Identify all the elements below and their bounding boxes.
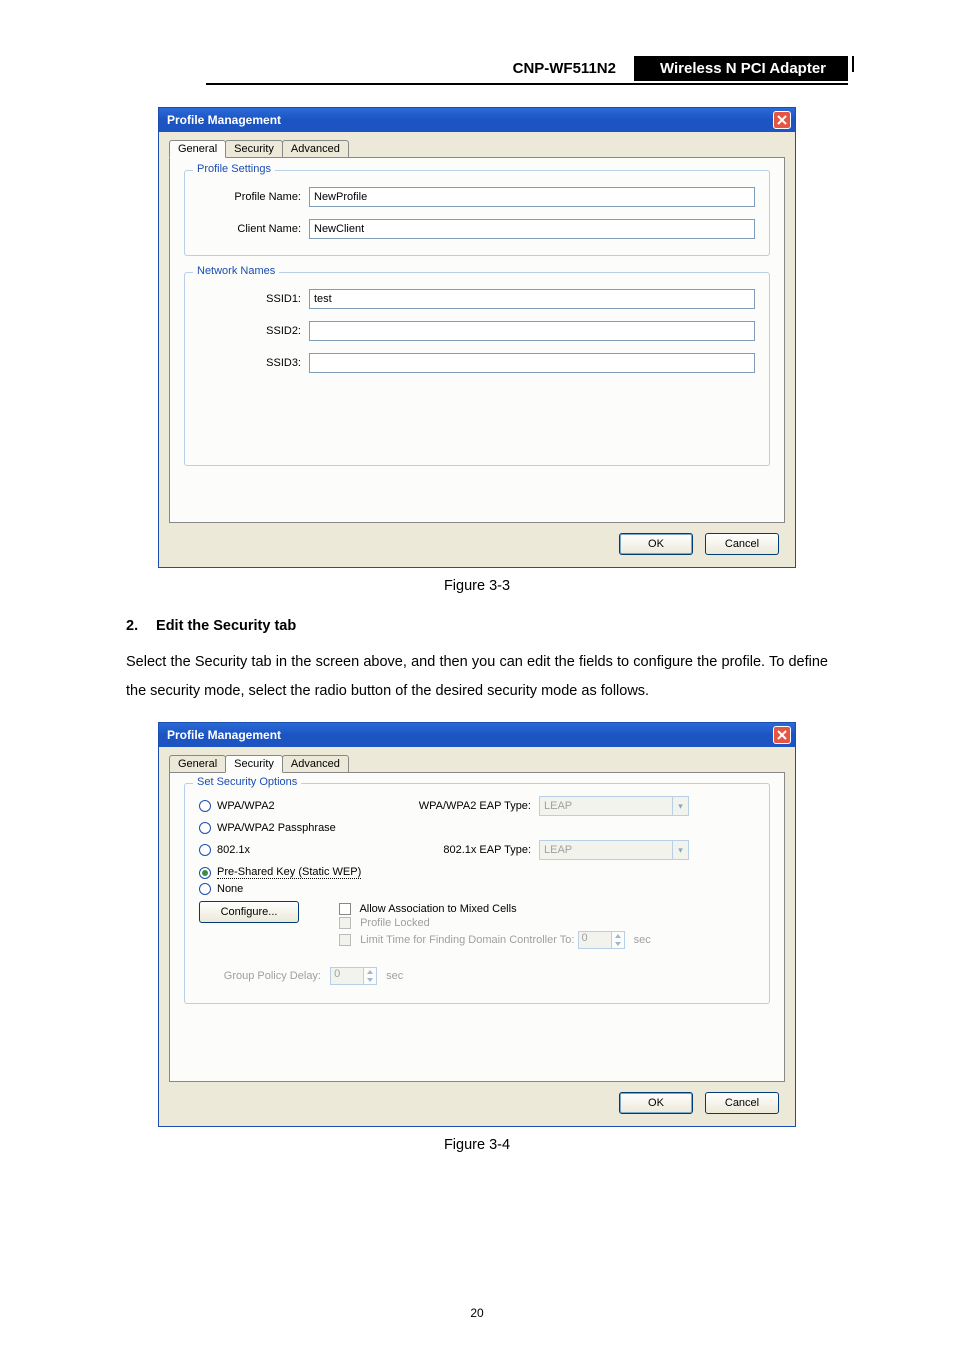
- radio-icon-checked: [199, 867, 211, 879]
- group-policy-value: 0: [330, 967, 364, 985]
- tab-strip-2: General Security Advanced: [169, 755, 785, 773]
- radio-wpa-psk[interactable]: WPA/WPA2 Passphrase: [199, 822, 755, 834]
- limit-time-unit: sec: [634, 934, 651, 946]
- window-title: Profile Management: [167, 113, 773, 127]
- radio-8021x[interactable]: 802.1x: [199, 844, 399, 856]
- limit-time-label: Limit Time for Finding Domain Controller…: [360, 934, 574, 946]
- profile-management-dialog-general: Profile Management General Security Adva…: [158, 107, 796, 568]
- figure-3-4-caption: Figure 3-4: [126, 1137, 828, 1153]
- radio-icon: [199, 822, 211, 834]
- dot1x-eap-label: 802.1x EAP Type:: [399, 844, 539, 856]
- group-policy-unit: sec: [386, 970, 403, 982]
- window-title-2: Profile Management: [167, 728, 773, 742]
- tab-advanced-2[interactable]: Advanced: [282, 755, 349, 773]
- titlebar-2: Profile Management: [159, 723, 795, 747]
- radio-icon: [199, 844, 211, 856]
- allow-mixed-label: Allow Association to Mixed Cells: [359, 903, 516, 915]
- profile-name-label: Profile Name:: [199, 191, 309, 203]
- profile-locked-label: Profile Locked: [360, 917, 430, 929]
- tab-advanced[interactable]: Advanced: [282, 140, 349, 158]
- wpa-eap-combo[interactable]: LEAP ▾: [539, 796, 689, 816]
- radio-none-label: None: [217, 883, 243, 895]
- configure-button[interactable]: Configure...: [199, 901, 299, 923]
- radio-wpa-label: WPA/WPA2: [217, 800, 275, 812]
- ok-button[interactable]: OK: [619, 533, 693, 555]
- radio-none[interactable]: None: [199, 883, 755, 895]
- titlebar: Profile Management: [159, 108, 795, 132]
- tab-security[interactable]: Security: [225, 140, 283, 158]
- tab-panel-security: Set Security Options WPA/WPA2 WPA/WPA2 E…: [169, 772, 785, 1082]
- header-tick: [852, 56, 854, 72]
- client-name-label: Client Name:: [199, 223, 309, 235]
- tab-panel-general: Profile Settings Profile Name: Client Na…: [169, 157, 785, 523]
- cancel-button-2[interactable]: Cancel: [705, 1092, 779, 1114]
- tab-strip: General Security Advanced: [169, 140, 785, 158]
- group-policy-label: Group Policy Delay:: [199, 970, 327, 982]
- profile-settings-group: Profile Settings Profile Name: Client Na…: [184, 170, 770, 256]
- ssid1-input[interactable]: [309, 289, 755, 309]
- tab-general-2[interactable]: General: [169, 755, 226, 773]
- dot1x-eap-value: LEAP: [540, 844, 672, 856]
- set-security-options-group: Set Security Options WPA/WPA2 WPA/WPA2 E…: [184, 783, 770, 1004]
- step-2-title: Edit the Security tab: [156, 618, 296, 634]
- radio-8021x-label: 802.1x: [217, 844, 250, 856]
- tab-general[interactable]: General: [169, 140, 226, 158]
- spinner-icon: [611, 931, 625, 949]
- tab-security-2[interactable]: Security: [225, 755, 283, 773]
- checkbox-profile-locked: [339, 917, 351, 929]
- checkbox-allow-mixed[interactable]: [339, 903, 351, 915]
- cancel-button[interactable]: Cancel: [705, 533, 779, 555]
- radio-psk-wep-label: Pre-Shared Key (Static WEP): [217, 866, 361, 879]
- chevron-down-icon: ▾: [672, 841, 688, 859]
- spinner-icon: [363, 967, 377, 985]
- limit-time-value: 0: [578, 931, 612, 949]
- profile-settings-legend: Profile Settings: [193, 163, 275, 175]
- profile-name-input[interactable]: [309, 187, 755, 207]
- close-icon-2[interactable]: [773, 726, 791, 744]
- header-product: Wireless N PCI Adapter: [634, 56, 848, 81]
- step-2-num: 2.: [126, 618, 152, 634]
- radio-psk-wep[interactable]: Pre-Shared Key (Static WEP): [199, 866, 755, 879]
- radio-icon: [199, 883, 211, 895]
- radio-wpa-psk-label: WPA/WPA2 Passphrase: [217, 822, 336, 834]
- step-2-heading: 2. Edit the Security tab: [126, 618, 828, 634]
- ssid2-input[interactable]: [309, 321, 755, 341]
- ssid3-input[interactable]: [309, 353, 755, 373]
- network-names-legend: Network Names: [193, 265, 279, 277]
- ssid1-label: SSID1:: [199, 293, 309, 305]
- dot1x-eap-combo[interactable]: LEAP ▾: [539, 840, 689, 860]
- checkbox-limit-time: [339, 934, 351, 946]
- client-name-input[interactable]: [309, 219, 755, 239]
- wpa-eap-label: WPA/WPA2 EAP Type:: [399, 800, 539, 812]
- ssid2-label: SSID2:: [199, 325, 309, 337]
- wpa-eap-value: LEAP: [540, 800, 672, 812]
- page-number: 20: [0, 1306, 954, 1320]
- chevron-down-icon: ▾: [672, 797, 688, 815]
- figure-3-3-caption: Figure 3-3: [126, 578, 828, 594]
- ok-button-2[interactable]: OK: [619, 1092, 693, 1114]
- radio-icon: [199, 800, 211, 812]
- header-model: CNP-WF511N2: [509, 56, 634, 81]
- close-icon[interactable]: [773, 111, 791, 129]
- header: CNP-WF511N2 Wireless N PCI Adapter: [206, 56, 848, 85]
- network-names-group: Network Names SSID1: SSID2: SSID3:: [184, 272, 770, 466]
- radio-wpa[interactable]: WPA/WPA2: [199, 800, 399, 812]
- body-paragraph: Select the Security tab in the screen ab…: [126, 648, 828, 706]
- security-options-legend: Set Security Options: [193, 776, 301, 788]
- ssid3-label: SSID3:: [199, 357, 309, 369]
- profile-management-dialog-security: Profile Management General Security Adva…: [158, 722, 796, 1127]
